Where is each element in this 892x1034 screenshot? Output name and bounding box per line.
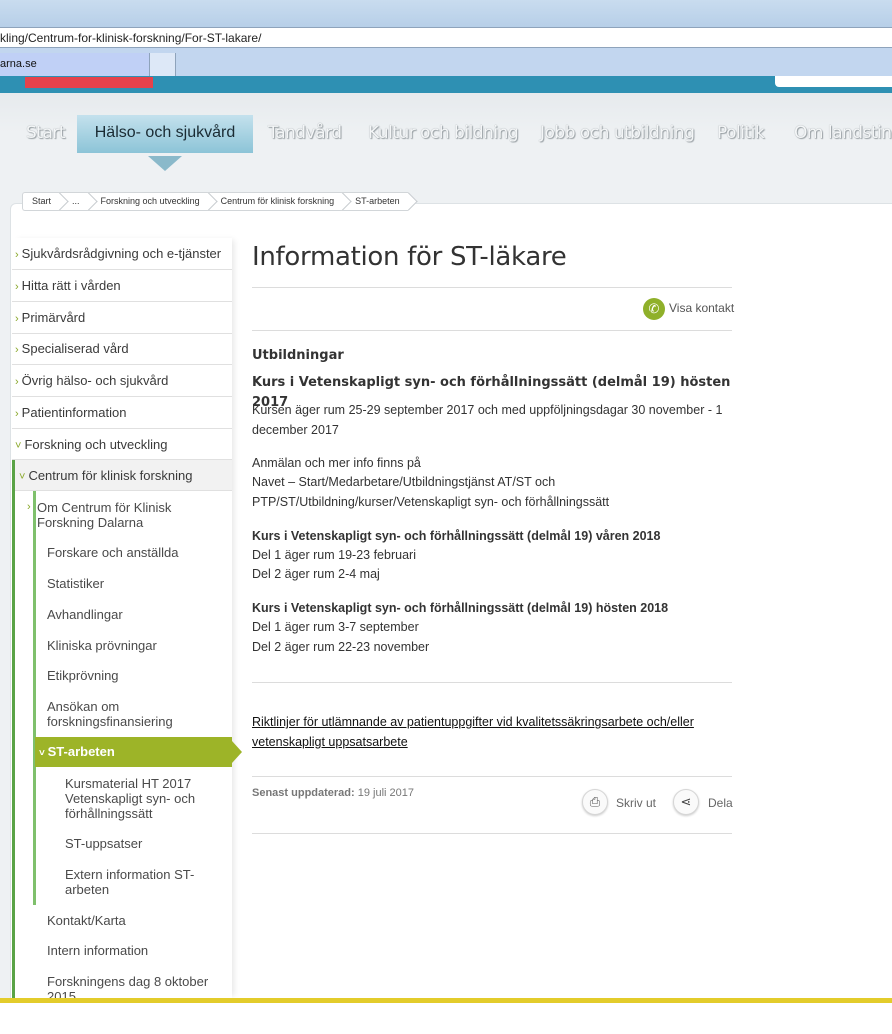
- course-heading: Kurs i Vetenskapligt syn- och förhållnin…: [252, 529, 661, 543]
- course-heading: Kurs i Vetenskapligt syn- och förhållnin…: [252, 601, 669, 615]
- page-title: Information för ST-läkare: [252, 242, 567, 272]
- browser-tab[interactable]: arna.se: [0, 53, 150, 76]
- sidebar-item[interactable]: › Övrig hälso- och sjukvård: [12, 365, 232, 397]
- nav-halso-och-sjukvard[interactable]: Hälso- och sjukvård: [77, 115, 253, 153]
- divider: [252, 287, 732, 288]
- paragraph: Del 2 äger rum 22-23 november: [252, 640, 430, 654]
- sidebar-item[interactable]: › Sjukvårdsrådgivning och e-tjänster: [12, 238, 232, 270]
- sidebar-subitem[interactable]: Ansökan om forskningsfinansiering: [47, 699, 187, 729]
- sidebar-subitem[interactable]: Statistiker: [47, 576, 104, 591]
- browser-titlebar: [0, 0, 892, 27]
- sidebar-subitem[interactable]: Intern information: [47, 943, 148, 958]
- nav-politik[interactable]: Politik: [717, 123, 765, 143]
- breadcrumb-item[interactable]: Start: [22, 192, 60, 211]
- below-page: [0, 1003, 892, 1034]
- sidebar-subitem[interactable]: Kontakt/Karta: [47, 913, 126, 928]
- print-icon[interactable]: ⎙: [582, 789, 608, 815]
- sidebar-st-item[interactable]: ST-uppsatser: [65, 836, 142, 851]
- divider: [252, 833, 732, 834]
- sidebar-item[interactable]: › Hitta rätt i vården: [12, 270, 232, 302]
- tree-line: [12, 460, 15, 998]
- paragraph: Del 2 äger rum 2-4 maj: [252, 567, 380, 581]
- sidebar: › Sjukvårdsrådgivning och e-tjänster › Hit…: [12, 238, 232, 1004]
- riktlinjer-link[interactable]: Riktlinjer för utlämnande av patientuppg…: [252, 713, 722, 752]
- sidebar-subitem[interactable]: › Om Centrum för Klinisk Forskning Dalarn…: [27, 500, 217, 530]
- breadcrumb-current: ST-arbeten: [342, 192, 408, 211]
- nav-start[interactable]: Start: [26, 123, 66, 143]
- print-button[interactable]: Skriv ut: [616, 796, 656, 810]
- paragraph: Anmälan och mer info finns på: [252, 456, 421, 470]
- nav-om-landsting[interactable]: Om landsting: [794, 123, 892, 143]
- active-arrow: [232, 741, 242, 763]
- sidebar-item-st-arbeten[interactable]: ˅ ST-arbeten: [35, 737, 232, 767]
- active-indicator: [148, 156, 182, 171]
- paragraph: Kursen äger rum 25-29 september 2017 och…: [252, 403, 723, 437]
- section-heading: Utbildningar: [252, 348, 344, 363]
- paragraph: Navet – Start/Medarbetare/Utbildningstjä…: [252, 475, 610, 509]
- divider: [252, 330, 732, 331]
- paragraph: Del 1 äger rum 19-23 februari: [252, 548, 416, 562]
- divider: [252, 776, 732, 777]
- sidebar-item-centrum[interactable]: ˅ Centrum för klinisk forskning: [12, 460, 232, 491]
- sidebar-item-forskning[interactable]: ˅ Forskning och utveckling: [12, 429, 232, 460]
- breadcrumb-item[interactable]: Centrum för klinisk forskning: [207, 192, 343, 211]
- sidebar-item[interactable]: › Specialiserad vård: [12, 334, 232, 365]
- logo-bar: [25, 77, 153, 88]
- share-icon[interactable]: ⋖: [673, 789, 699, 815]
- sidebar-item[interactable]: › Patientinformation: [12, 397, 232, 429]
- breadcrumb: Start ... Forskning och utveckling Centr…: [22, 192, 408, 211]
- divider: [252, 682, 732, 683]
- phone-icon[interactable]: ✆: [643, 298, 665, 320]
- sidebar-item[interactable]: › Primärvård: [12, 302, 232, 334]
- tree-line: [33, 491, 36, 905]
- paragraph: Del 1 äger rum 3-7 september: [252, 620, 419, 634]
- address-bar[interactable]: kling/Centrum-for-klinisk-forskning/For-…: [0, 27, 892, 48]
- last-updated: Senast uppdaterad: 19 juli 2017: [252, 787, 415, 799]
- sidebar-st-item[interactable]: Kursmaterial HT 2017 Vetenskapligt syn- …: [65, 776, 215, 821]
- sidebar-subitem[interactable]: Etikprövning: [47, 668, 119, 683]
- breadcrumb-item[interactable]: Forskning och utveckling: [87, 192, 208, 211]
- new-tab-button[interactable]: [150, 53, 176, 76]
- sidebar-st-item[interactable]: Extern information ST-arbeten: [65, 867, 205, 897]
- visa-kontakt-link[interactable]: Visa kontakt: [669, 301, 734, 315]
- sidebar-subitem[interactable]: Avhandlingar: [47, 607, 123, 622]
- sidebar-subitem[interactable]: Kliniska prövningar: [47, 638, 157, 653]
- search-input[interactable]: [775, 76, 892, 87]
- sidebar-subitem[interactable]: Forskare och anställda: [47, 545, 179, 560]
- nav-tandvard[interactable]: Tandvård: [268, 123, 342, 143]
- nav-jobb[interactable]: Jobb och utbildning: [540, 123, 695, 143]
- nav-kultur[interactable]: Kultur och bildning: [368, 123, 519, 143]
- share-button[interactable]: Dela: [708, 796, 733, 810]
